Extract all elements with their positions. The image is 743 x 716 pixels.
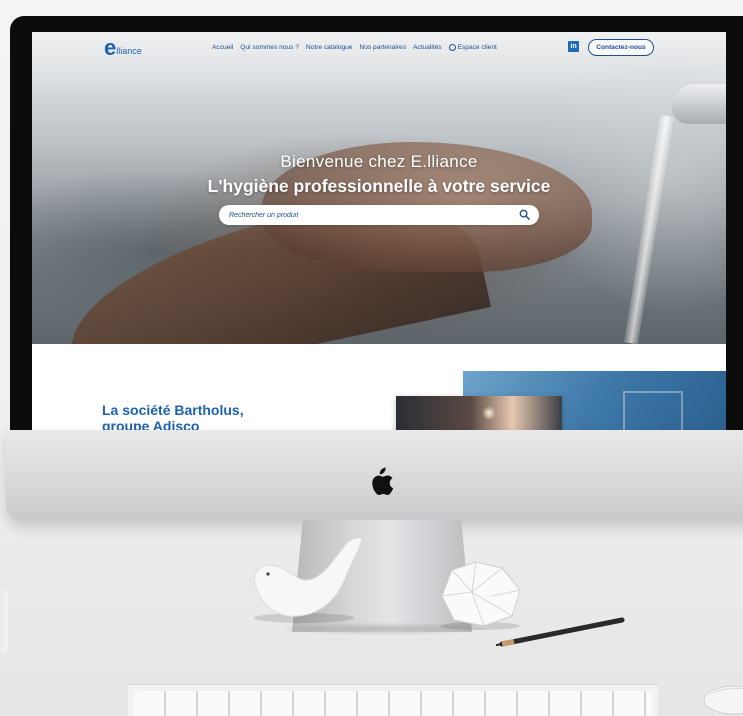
computer-mouse <box>703 685 743 715</box>
hero-subtitle: L'hygiène professionnelle à votre servic… <box>207 176 551 196</box>
linkedin-icon[interactable]: in <box>568 41 579 52</box>
logo-text: lliance <box>116 46 142 56</box>
website-screen: e lliance Accueil Qui sommes nous ? Notr… <box>32 32 726 430</box>
nav-links: Accueil Qui sommes nous ? Notre catalogu… <box>212 44 497 51</box>
keyboard <box>128 684 658 716</box>
ceramic-bird-ornament <box>246 537 363 623</box>
contact-button[interactable]: Contactez-nous <box>588 39 654 56</box>
logo-mark: e <box>104 35 116 60</box>
nav-link-actualites[interactable]: Actualités <box>413 44 442 51</box>
company-title: La société Bartholus, groupe Adisco <box>102 402 342 430</box>
company-section: La société Bartholus, groupe Adisco <box>32 344 726 430</box>
nav-link-partenaires[interactable]: Nos partenaires <box>359 44 406 51</box>
hero-title: Bienvenue chez E.lliance <box>280 152 478 171</box>
espace-client-label: Espace client <box>457 44 497 51</box>
user-account-icon <box>448 44 456 51</box>
product-search-bar <box>219 205 539 225</box>
nav-link-qui-sommes-nous[interactable]: Qui sommes nous ? <box>240 44 299 51</box>
nav-link-accueil[interactable]: Accueil <box>212 44 233 51</box>
nav-link-espace-client[interactable]: Espace client <box>448 44 497 51</box>
pencil <box>495 617 625 647</box>
nav-link-catalogue[interactable]: Notre catalogue <box>306 44 353 51</box>
company-title-line-1: La société Bartholus, <box>102 402 244 418</box>
product-search-input[interactable] <box>229 208 499 222</box>
top-navigation: e lliance Accueil Qui sommes nous ? Notr… <box>32 32 726 68</box>
hero-section: e lliance Accueil Qui sommes nous ? Notr… <box>32 32 726 344</box>
keyboard-keys <box>134 691 652 716</box>
company-photo-interior <box>396 396 562 430</box>
photo-ceiling-light <box>482 406 496 420</box>
desk-object <box>0 586 8 656</box>
apple-logo-icon <box>372 467 394 496</box>
company-title-line-2: groupe Adisco <box>102 418 200 430</box>
photo-window-frame <box>623 391 683 430</box>
search-icon[interactable] <box>519 209 530 220</box>
desk-scene: e lliance Accueil Qui sommes nous ? Notr… <box>0 0 743 716</box>
site-logo[interactable]: e lliance <box>104 35 142 60</box>
